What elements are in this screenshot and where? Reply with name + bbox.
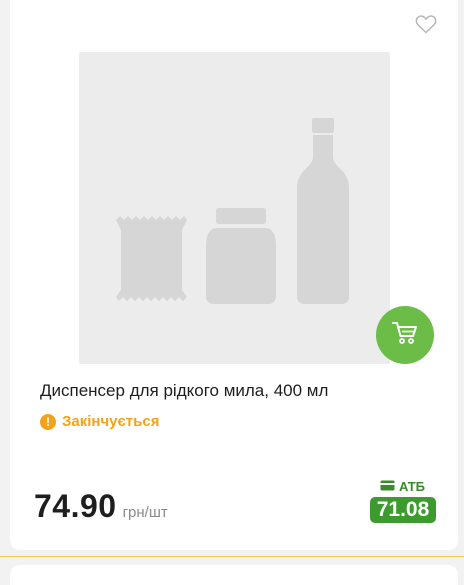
atb-card-label: АТБ <box>380 479 425 494</box>
heart-icon[interactable] <box>414 12 438 36</box>
atb-label-text: АТБ <box>399 479 426 494</box>
next-product-card[interactable] <box>10 565 458 585</box>
section-divider <box>0 556 464 557</box>
price-block: 74.90 грн/шт <box>34 488 168 525</box>
card-icon <box>380 479 395 494</box>
product-card[interactable]: Диспенсер для рідкого мила, 400 мл ! Зак… <box>10 0 458 550</box>
placeholder-illustration <box>116 118 349 304</box>
stock-status: ! Закінчується <box>40 413 159 430</box>
product-title[interactable]: Диспенсер для рідкого мила, 400 мл <box>40 381 440 401</box>
exclamation-icon: ! <box>40 413 56 430</box>
product-image-placeholder[interactable] <box>79 52 390 364</box>
add-to-cart-button[interactable] <box>376 306 434 364</box>
price-value: 74.90 <box>34 488 117 524</box>
cart-icon <box>391 320 419 351</box>
price-unit: грн/шт <box>122 504 168 521</box>
atb-price-badge: 71.08 <box>370 497 436 523</box>
stock-status-label: Закінчується <box>62 413 160 430</box>
